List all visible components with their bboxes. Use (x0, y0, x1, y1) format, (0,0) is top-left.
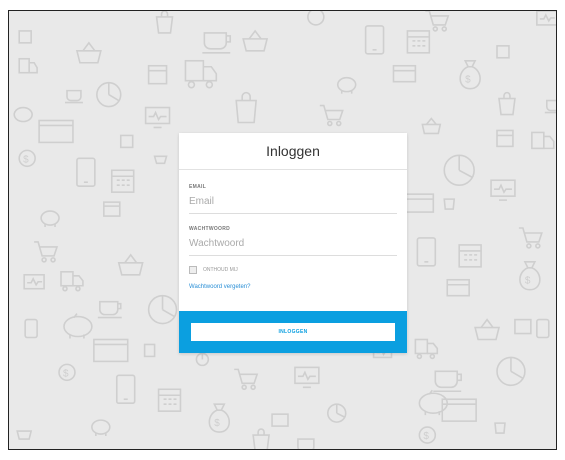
piggy-bank-icon (63, 313, 93, 339)
pie-chart-icon (96, 81, 122, 108)
shopping-bag-icon (498, 91, 516, 116)
remember-me: ONTHOUD MIJ (189, 266, 397, 274)
window-icon (514, 318, 532, 335)
window-icon (404, 193, 435, 213)
calendar-icon (458, 244, 482, 268)
basket-icon (421, 117, 442, 135)
tablet-icon (115, 374, 136, 405)
piggy-bank-icon (336, 76, 357, 94)
monitor-chart-icon (490, 179, 516, 201)
cart-icon (319, 104, 344, 127)
truck-icon (60, 271, 84, 292)
window-icon (143, 343, 156, 358)
login-card: Inloggen EMAIL WACHTWOORD ONTHOUD MIJ Wa… (179, 133, 407, 353)
basket-icon (16, 430, 33, 440)
remember-me-label: ONTHOUD MIJ (203, 267, 238, 273)
monitor-chart-icon (536, 11, 556, 26)
truck-icon (414, 338, 439, 360)
coffee-cup-icon (64, 89, 83, 104)
remember-me-checkbox[interactable] (189, 266, 197, 274)
shopping-bag-icon (443, 198, 456, 210)
window-icon (119, 134, 134, 149)
login-card-header: Inloggen (179, 133, 407, 170)
pie-chart-icon (443, 154, 475, 187)
tablet-icon (416, 237, 437, 267)
calendar-icon (110, 169, 135, 193)
calendar-icon (496, 129, 514, 148)
pie-chart-icon (195, 352, 210, 367)
email-field[interactable] (189, 190, 397, 214)
cart-icon (425, 11, 450, 32)
login-button[interactable]: INLOGGEN (191, 323, 395, 341)
truck-icon (18, 57, 38, 74)
password-field[interactable] (189, 232, 397, 256)
shopping-bag-icon (494, 422, 506, 434)
basket-icon (153, 155, 168, 165)
svg-text:$: $ (63, 368, 69, 379)
login-button-bar: INLOGGEN (179, 311, 407, 353)
login-page: $ $ $ $ $ $ Inloggen EMAIL Email WACHTWO… (8, 10, 557, 450)
forgot-password-link[interactable]: Wachtwoord vergeten? (189, 284, 250, 290)
window-icon (93, 338, 129, 363)
truck-icon (531, 131, 555, 150)
window-icon (392, 64, 417, 83)
money-bag-icon: $ (58, 363, 76, 382)
tablet-icon (536, 318, 550, 339)
shopping-bag-icon (235, 91, 257, 124)
cart-icon (234, 368, 259, 391)
monitor-chart-icon (23, 273, 45, 290)
piggy-bank-icon (13, 106, 33, 123)
calendar-icon (157, 388, 182, 412)
money-bag-icon: $ (208, 403, 231, 433)
monitor-chart-icon (144, 106, 171, 129)
svg-text:$: $ (214, 418, 220, 429)
tablet-icon (76, 157, 96, 187)
svg-text:$: $ (423, 431, 429, 442)
shopping-bag-icon (155, 11, 174, 34)
window-icon (103, 201, 121, 217)
pie-chart-icon (496, 356, 526, 387)
truck-icon (184, 59, 218, 89)
pie-chart-icon (147, 294, 178, 325)
coffee-cup-icon (97, 300, 122, 319)
tablet-icon (24, 318, 38, 339)
money-bag-icon: $ (418, 426, 437, 444)
monitor-chart-icon (294, 366, 320, 389)
cart-icon (518, 227, 543, 249)
svg-text:$: $ (23, 154, 29, 165)
window-icon (38, 119, 74, 144)
piggy-bank-icon (418, 389, 449, 416)
money-bag-icon: $ (519, 261, 541, 291)
cart-icon (34, 241, 59, 263)
svg-text:$: $ (525, 276, 531, 287)
coffee-cup-icon (202, 32, 232, 54)
shopping-bag-icon (252, 428, 270, 449)
calendar-icon (406, 30, 431, 54)
window-icon (18, 30, 32, 44)
coffee-cup-icon (433, 370, 462, 393)
basket-icon (242, 29, 269, 52)
login-title: Inloggen (266, 143, 320, 159)
piggy-bank-icon (40, 210, 60, 228)
tablet-icon (364, 25, 385, 55)
money-bag-icon: $ (18, 149, 36, 168)
login-form: EMAIL WACHTWOORD ONTHOUD MIJ Wachtwoord … (179, 170, 407, 293)
monitor-chart-icon (271, 413, 289, 427)
piggy-bank-icon (91, 419, 111, 437)
basket-icon (474, 318, 501, 341)
svg-text:$: $ (465, 75, 471, 86)
pie-chart-icon (326, 403, 347, 423)
coffee-cup-icon (544, 99, 556, 114)
basket-icon (75, 41, 102, 64)
window-icon (496, 45, 510, 59)
basket-icon (117, 253, 144, 276)
money-bag-icon (307, 11, 325, 26)
money-bag-icon: $ (459, 59, 481, 90)
coffee-cup-icon (297, 438, 315, 449)
window-icon (446, 278, 470, 297)
window-icon (147, 64, 168, 85)
